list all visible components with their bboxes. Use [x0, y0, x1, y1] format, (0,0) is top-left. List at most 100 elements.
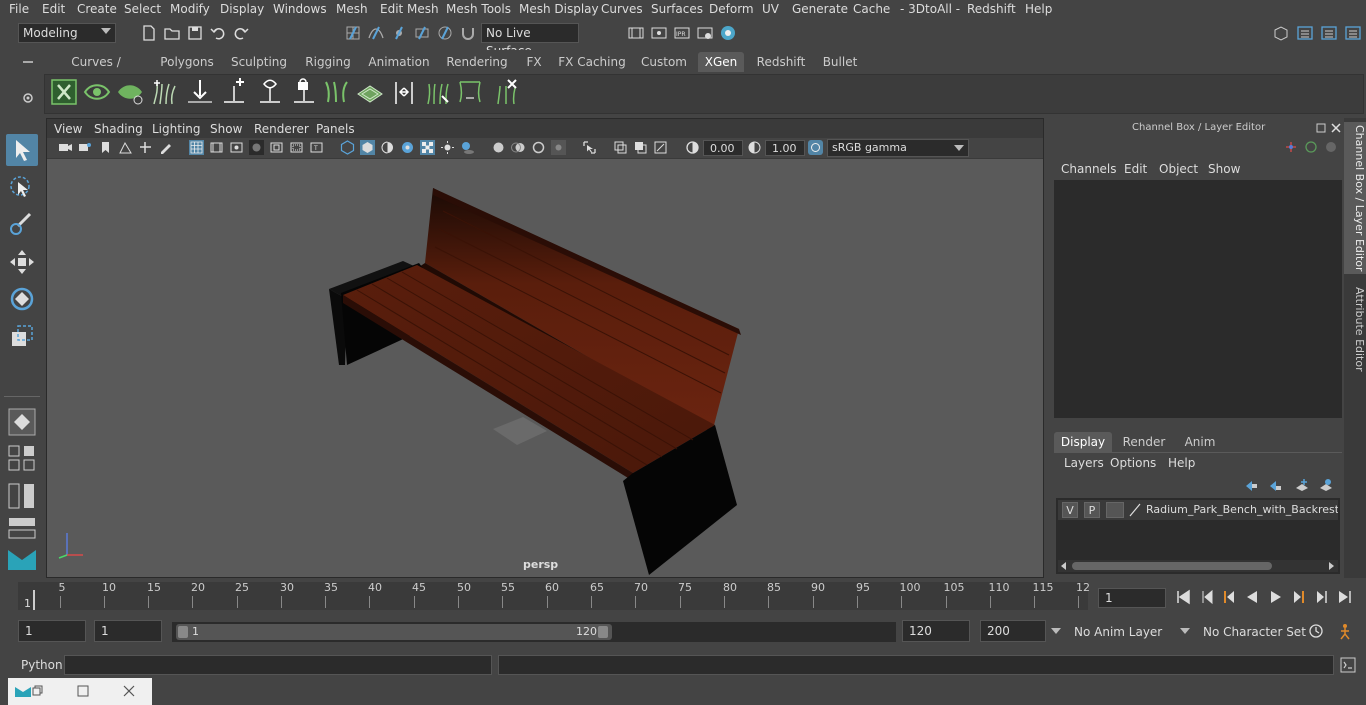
layer-color-icon[interactable]	[1128, 503, 1142, 517]
screen-space-ao-icon[interactable]	[491, 140, 506, 155]
field-chart-icon[interactable]	[269, 140, 284, 155]
grid-toggle-icon[interactable]	[189, 140, 204, 155]
safe-title-icon[interactable]: T	[309, 140, 324, 155]
magnet-icon[interactable]	[459, 24, 477, 42]
float-panel-icon[interactable]	[1316, 123, 1326, 133]
shelf-menu-icon[interactable]	[22, 58, 34, 66]
script-editor-icon[interactable]	[1340, 657, 1356, 673]
anti-aliasing-icon[interactable]	[531, 140, 546, 155]
2d-pan-zoom-icon[interactable]	[138, 140, 153, 155]
channels-area[interactable]	[1054, 180, 1342, 418]
scale-tool-icon[interactable]	[6, 320, 38, 352]
attribute-editor-toggle-icon[interactable]	[1320, 24, 1338, 42]
auto-key-icon[interactable]	[1308, 623, 1324, 639]
snap-grid-icon[interactable]	[344, 24, 362, 42]
select-camera-icon[interactable]	[58, 140, 73, 155]
color-space-dropdown[interactable]: sRGB gamma	[827, 139, 969, 157]
close-panel-icon[interactable]	[1331, 123, 1341, 133]
go-to-end-icon[interactable]	[1337, 589, 1353, 605]
new-layer-selected-icon[interactable]	[1318, 478, 1332, 492]
color-management-icon[interactable]	[808, 140, 823, 155]
outliner-toggle-icon[interactable]	[1296, 24, 1314, 42]
open-scene-icon[interactable]	[163, 24, 181, 42]
gate-mask-icon[interactable]	[249, 140, 264, 155]
range-end-field[interactable]: 200	[980, 620, 1046, 642]
shelf-tab-sculpting[interactable]: Sculpting	[228, 52, 290, 72]
snap-point-icon[interactable]	[390, 24, 408, 42]
hyperbolic-icon[interactable]	[1324, 140, 1338, 154]
move-tool-icon[interactable]	[6, 246, 38, 278]
close-window-icon[interactable]	[123, 685, 135, 697]
gamma-field[interactable]: 1.00	[765, 140, 805, 156]
shelf-tab-animation[interactable]: Animation	[366, 52, 432, 72]
layer-visibility-toggle[interactable]: V	[1062, 502, 1078, 518]
step-forward-key-icon[interactable]	[1291, 589, 1307, 605]
maximize-window-icon[interactable]	[77, 685, 89, 697]
chevron-down-icon[interactable]	[1051, 627, 1061, 635]
panel-menu-lighting[interactable]: Lighting	[152, 122, 201, 136]
workspace-icon[interactable]	[1272, 24, 1290, 42]
guide-scale-icon[interactable]	[390, 78, 418, 106]
character-set-label[interactable]: No Character Set	[1203, 625, 1306, 639]
menu-mesh-tools[interactable]: Mesh Tools	[446, 2, 511, 16]
menu-create[interactable]: Create	[77, 2, 117, 16]
layer-playback-toggle[interactable]: P	[1084, 502, 1100, 518]
guides-attract-icon[interactable]	[424, 78, 452, 106]
depth-of-field-icon[interactable]	[551, 140, 566, 155]
layout-columns-icon[interactable]	[6, 480, 38, 512]
menu-generate[interactable]: Generate	[792, 2, 848, 16]
menu-file[interactable]: File	[9, 2, 29, 16]
render-sequence-icon[interactable]	[650, 24, 668, 42]
bookmark-icon[interactable]	[98, 140, 113, 155]
shelf-tab-bullet[interactable]: Bullet	[818, 52, 862, 72]
menu-cache[interactable]: Cache	[853, 2, 890, 16]
menu-surfaces[interactable]: Surfaces	[651, 2, 703, 16]
render-settings-icon[interactable]	[696, 24, 714, 42]
safe-action-icon[interactable]	[289, 140, 304, 155]
side-tab-channel-box[interactable]: Channel Box / Layer Editor	[1344, 122, 1366, 274]
xray-icon[interactable]	[613, 140, 628, 155]
channels-menu-show[interactable]: Show	[1208, 162, 1240, 176]
live-surface-field[interactable]: No Live Surface	[481, 23, 579, 58]
playback-end-field[interactable]: 120	[902, 620, 970, 642]
layer-scrollbar-thumb[interactable]	[1072, 562, 1272, 570]
channels-menu-channels[interactable]: Channels	[1061, 162, 1117, 176]
shelf-tab-rigging[interactable]: Rigging	[300, 52, 356, 72]
layout-quad-icon[interactable]	[6, 442, 38, 474]
place-guides-icon[interactable]	[186, 78, 214, 106]
xgen-preview-eye-icon[interactable]	[83, 78, 111, 106]
restore-window-icon[interactable]	[32, 685, 44, 697]
panel-menu-panels[interactable]: Panels	[316, 122, 355, 136]
channels-menu-object[interactable]: Object	[1159, 162, 1198, 176]
add-guide-icon[interactable]	[220, 78, 248, 106]
xray-joints-icon[interactable]	[653, 140, 668, 155]
motion-blur-icon[interactable]	[511, 140, 526, 155]
exposure-field[interactable]: 0.00	[703, 140, 743, 156]
shaded-wireframe-icon[interactable]	[400, 140, 415, 155]
command-input[interactable]	[64, 655, 492, 675]
camera-attributes-icon[interactable]	[78, 140, 93, 155]
layer-name[interactable]: Radium_Park_Bench_with_Backrest_St	[1146, 503, 1338, 516]
image-plane-icon[interactable]	[118, 140, 133, 155]
tab-render[interactable]: Render	[1116, 432, 1172, 452]
range-slider-end-handle[interactable]	[598, 626, 608, 638]
panel-menu-view[interactable]: View	[54, 122, 82, 136]
layers-menu-options[interactable]: Options	[1110, 456, 1156, 470]
go-to-start-icon[interactable]	[1175, 589, 1191, 605]
isolate-select-icon[interactable]	[582, 140, 597, 155]
layers-menu-help[interactable]: Help	[1168, 456, 1195, 470]
shelf-tab-redshift[interactable]: Redshift	[752, 52, 810, 72]
ipr-render-icon[interactable]: IPR	[673, 24, 691, 42]
play-forwards-icon[interactable]	[1268, 589, 1284, 605]
resolution-gate-icon[interactable]	[229, 140, 244, 155]
xray-active-icon[interactable]	[633, 140, 648, 155]
shelf-tab-curves-surfaces[interactable]: Curves / Surfaces	[48, 52, 144, 89]
shelf-tab-custom[interactable]: Custom	[638, 52, 690, 72]
wireframe-icon[interactable]	[340, 140, 355, 155]
create-interactive-groom-icon[interactable]	[150, 78, 178, 106]
film-gate-icon[interactable]	[209, 140, 224, 155]
select-tool-button[interactable]	[6, 134, 38, 166]
render-frame-icon[interactable]	[627, 24, 645, 42]
new-scene-icon[interactable]	[140, 24, 158, 42]
3d-viewport[interactable]	[47, 159, 1043, 577]
